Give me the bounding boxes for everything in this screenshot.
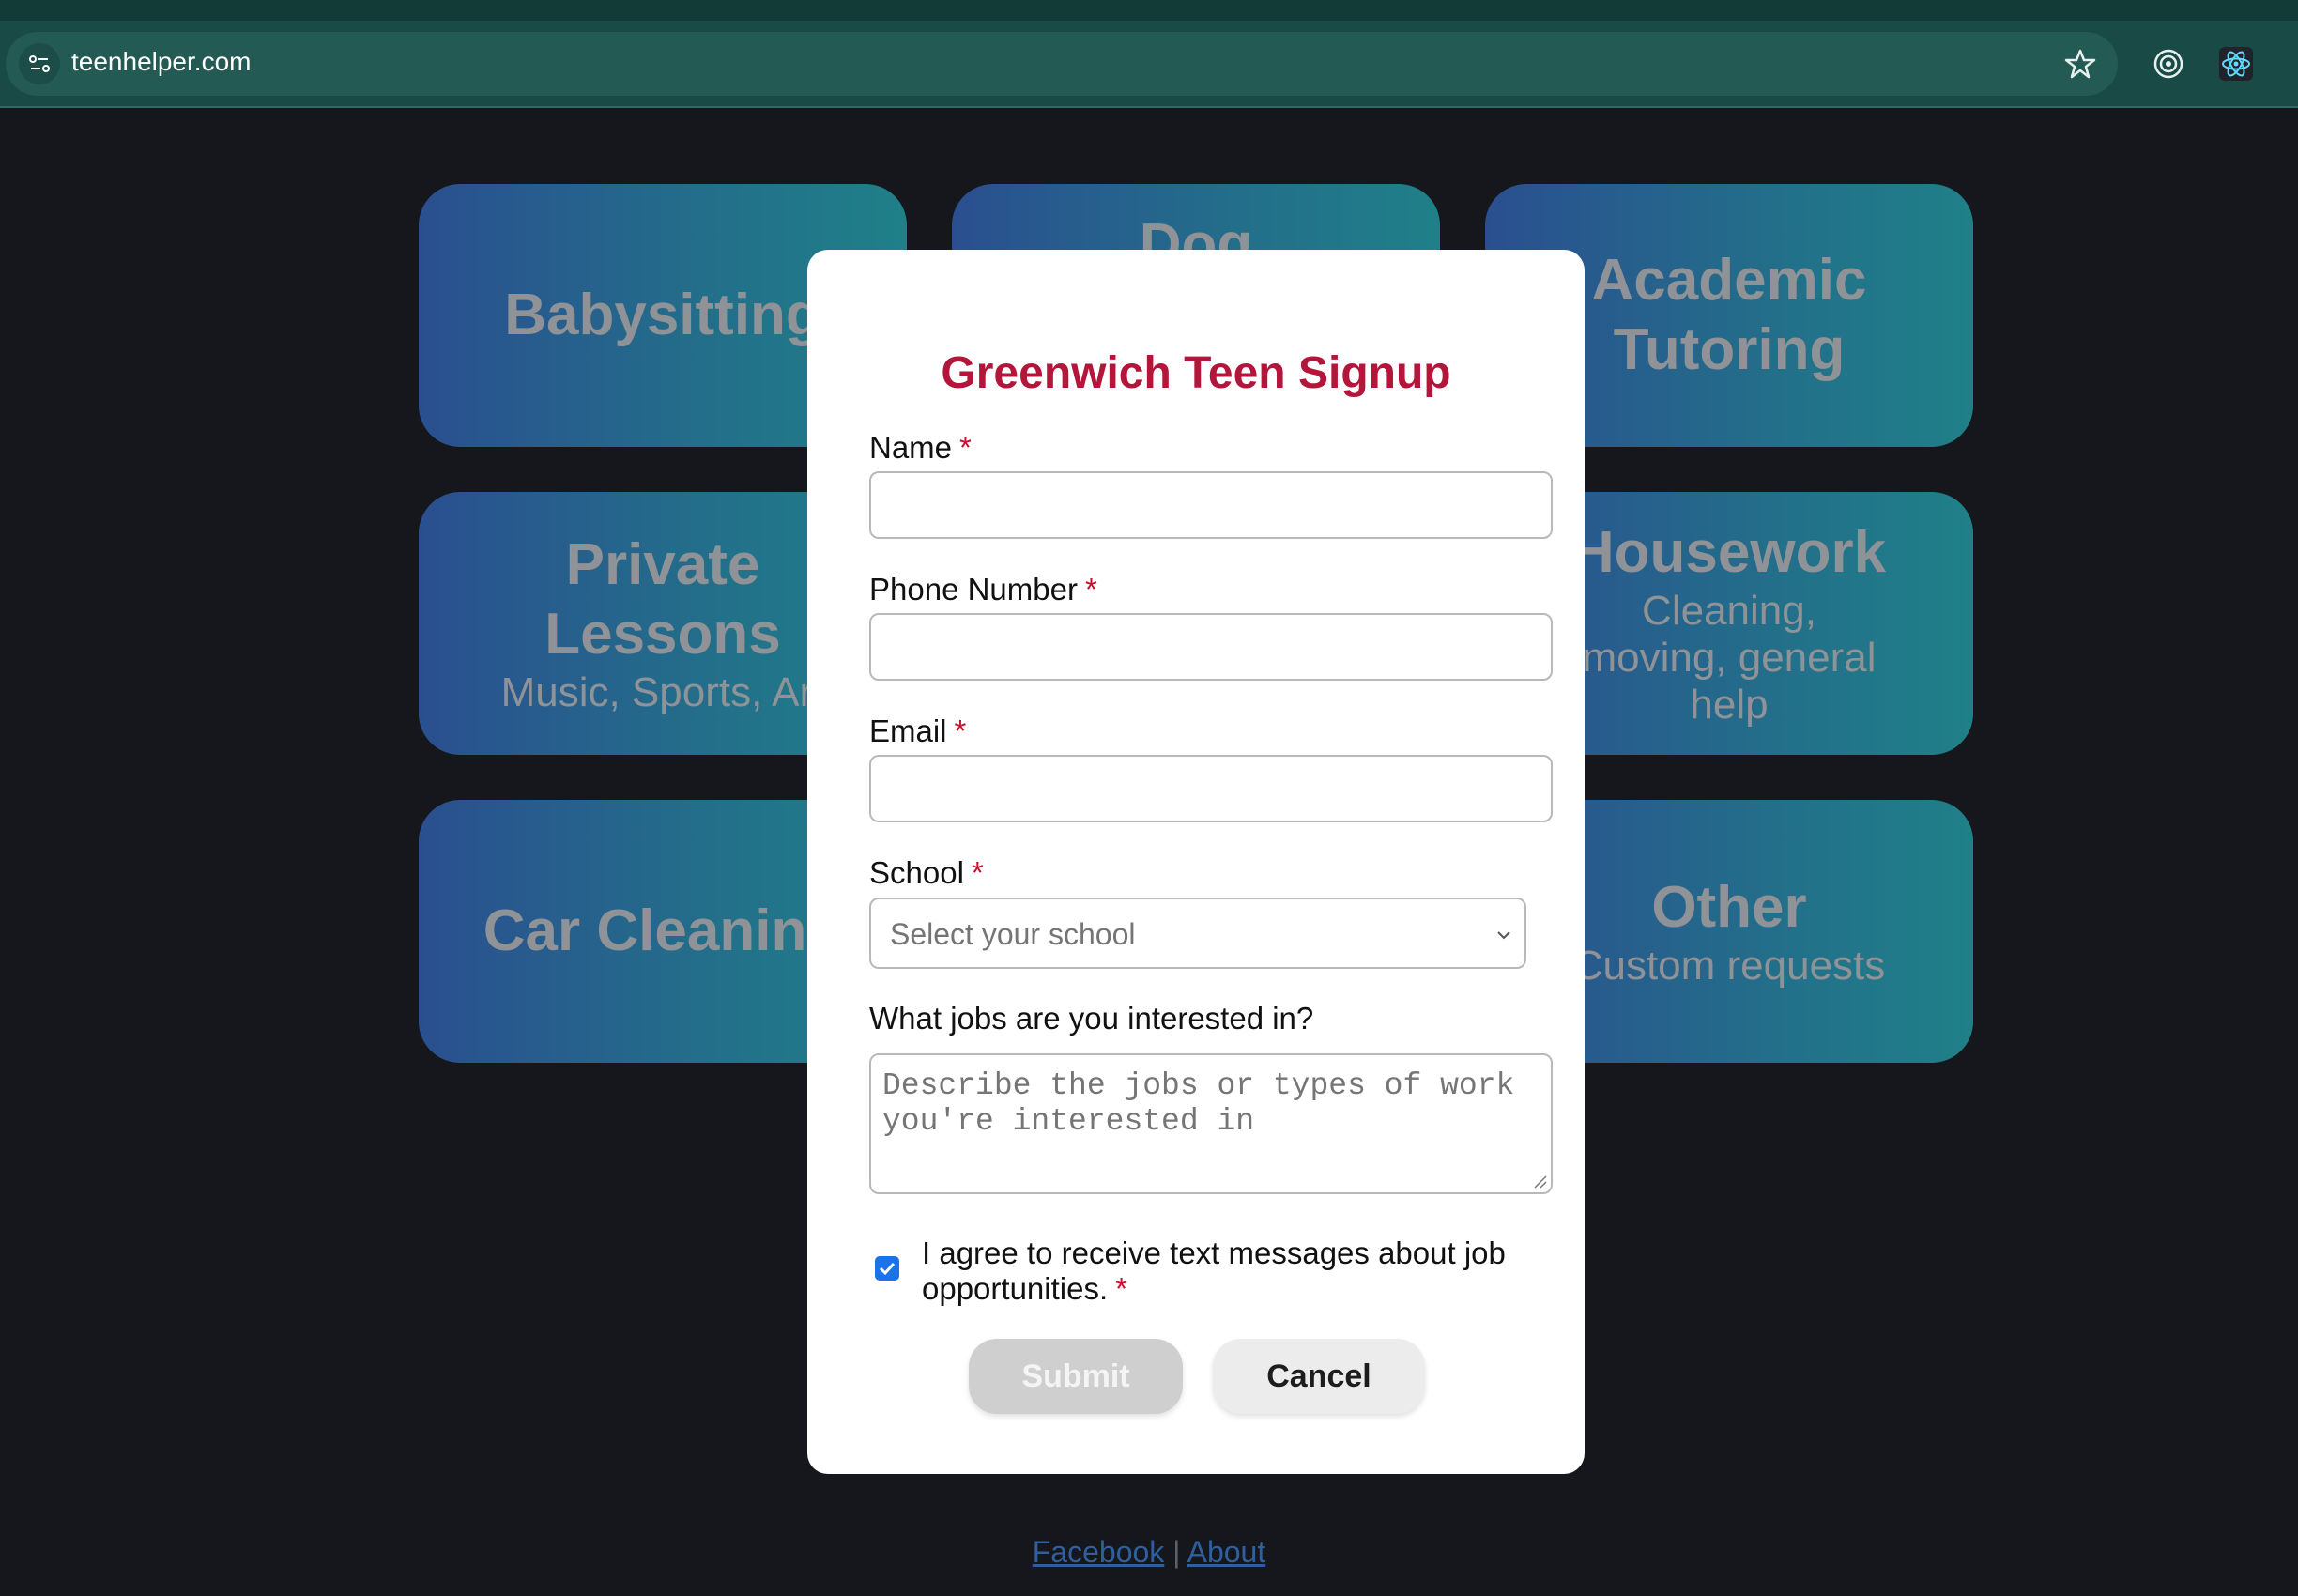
required-mark: * xyxy=(1115,1271,1127,1306)
phone-label: Phone Number * xyxy=(869,572,1097,607)
tile-subtitle: Music, Sports, Art xyxy=(500,669,825,715)
site-info-icon[interactable] xyxy=(19,43,60,84)
tab-strip xyxy=(0,0,2298,21)
tile-title: Housework xyxy=(1571,520,1887,585)
email-input[interactable] xyxy=(869,755,1553,822)
browser-chrome: teenhelper.com xyxy=(0,0,2298,108)
target-icon[interactable] xyxy=(2150,45,2187,83)
submit-button[interactable]: Submit xyxy=(969,1339,1183,1414)
consent-label-text: I agree to receive text messages about j… xyxy=(922,1235,1506,1306)
phone-input[interactable] xyxy=(869,613,1553,681)
email-label: Email * xyxy=(869,714,966,749)
required-mark: * xyxy=(1084,572,1097,606)
required-mark: * xyxy=(954,714,967,748)
footer-separator: | xyxy=(1172,1535,1181,1569)
checkmark-icon xyxy=(879,1262,896,1276)
facebook-link[interactable]: Facebook xyxy=(1033,1535,1165,1569)
star-icon[interactable] xyxy=(2061,45,2099,83)
name-input[interactable] xyxy=(869,471,1553,539)
school-select-placeholder: Select your school xyxy=(890,917,1136,951)
consent-checkbox[interactable] xyxy=(875,1256,899,1281)
react-icon[interactable] xyxy=(2217,45,2255,83)
jobs-label: What jobs are you interested in? xyxy=(869,1001,1314,1036)
url-text[interactable]: teenhelper.com xyxy=(71,47,251,77)
name-label-text: Name xyxy=(869,430,953,465)
school-select[interactable]: Select your school xyxy=(869,898,1526,969)
footer: Facebook | About xyxy=(0,1535,2298,1570)
about-link[interactable]: About xyxy=(1187,1535,1266,1569)
school-label-text: School xyxy=(869,855,964,890)
school-label: School * xyxy=(869,855,984,891)
resize-handle-icon[interactable] xyxy=(1532,1174,1547,1189)
required-mark: * xyxy=(971,855,984,890)
signup-modal: Greenwich Teen Signup Name * Phone Number… xyxy=(807,250,1585,1474)
tile-title: Babysitting xyxy=(504,283,821,347)
email-label-text: Email xyxy=(869,714,947,748)
cancel-button[interactable]: Cancel xyxy=(1213,1339,1425,1414)
jobs-textarea-placeholder: Describe the jobs or types of work you'r… xyxy=(882,1068,1534,1139)
address-bar[interactable]: teenhelper.com xyxy=(6,32,2118,96)
required-mark: * xyxy=(959,430,972,465)
consent-label: I agree to receive text messages about j… xyxy=(922,1235,1541,1307)
chevron-down-icon xyxy=(1493,924,1515,946)
tile-subtitle: Custom requests xyxy=(1572,943,1886,989)
tile-title: Other xyxy=(1651,875,1807,940)
phone-label-text: Phone Number xyxy=(869,572,1078,606)
modal-title: Greenwich Teen Signup xyxy=(941,348,1451,398)
jobs-textarea[interactable]: Describe the jobs or types of work you'r… xyxy=(869,1053,1553,1194)
name-label: Name * xyxy=(869,430,972,466)
tile-title: Car Cleaning xyxy=(483,898,843,963)
